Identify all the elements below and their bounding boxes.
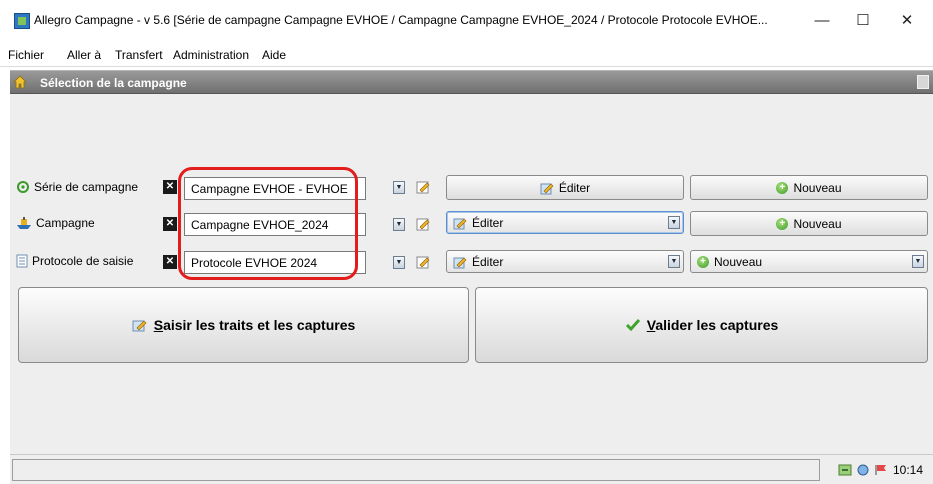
protocole-label: Protocole de saisie: [32, 254, 134, 268]
protocole-combo[interactable]: Protocole EVHOE 2024: [184, 251, 366, 274]
protocole-edit-select[interactable]: Éditer: [446, 250, 684, 273]
capture-button[interactable]: Saisir les traits et les captures: [18, 287, 469, 363]
header-title: Sélection de la campagne: [40, 76, 187, 90]
campaign-selection-panel: [10, 94, 933, 454]
campagne-edit-select[interactable]: Éditer: [446, 211, 684, 234]
target-icon: [17, 181, 29, 193]
pencil-edit-icon: [453, 257, 467, 268]
campagne-label: Campagne: [36, 216, 95, 230]
help-book-icon[interactable]: [917, 75, 929, 89]
add-icon: +: [776, 181, 789, 194]
campagne-new-button[interactable]: + Nouveau: [690, 211, 928, 236]
serie-combo[interactable]: Campagne EVHOE - EVHOE: [184, 177, 366, 200]
serie-label-group: Série de campagne: [16, 180, 138, 194]
protocole-edit-dropdown-arrow[interactable]: ▼: [668, 255, 680, 268]
clear-protocole-icon[interactable]: ✕: [163, 255, 177, 269]
protocole-new-select[interactable]: + Nouveau: [690, 250, 928, 273]
menu-fichier[interactable]: Fichier: [8, 48, 44, 62]
menu-transfert[interactable]: Transfert: [115, 48, 163, 62]
add-icon: +: [697, 255, 709, 268]
window-title-bar: Allegro Campagne - v 5.6 [Série de campa…: [0, 0, 933, 43]
serie-edit-button[interactable]: Éditer: [446, 175, 684, 200]
menu-administration[interactable]: Administration: [173, 48, 249, 62]
serie-combo-value: Campagne EVHOE - EVHOE: [191, 181, 348, 196]
protocole-edit-label: Éditer: [472, 254, 504, 269]
document-icon: [16, 254, 28, 268]
clock: 10:14: [893, 463, 924, 477]
campagne-new-label: Nouveau: [793, 216, 842, 231]
capture-button-label: Saisir les traits et les captures: [153, 317, 356, 333]
screen-header: Sélection de la campagne: [10, 70, 933, 94]
serie-edit-label: Éditer: [558, 180, 591, 195]
serie-label: Série de campagne: [34, 180, 139, 194]
campagne-dropdown-arrow[interactable]: ▼: [393, 218, 405, 231]
add-icon: +: [776, 217, 789, 230]
minimize-button[interactable]: —: [808, 10, 836, 32]
edit-campagne-icon[interactable]: [416, 217, 430, 231]
window-title: Allegro Campagne - v 5.6 [Série de campa…: [34, 13, 768, 27]
clear-serie-icon[interactable]: ✕: [163, 180, 177, 194]
menu-bar: Fichier Aller à Transfert Administration…: [0, 43, 933, 67]
edit-serie-icon[interactable]: [416, 180, 430, 194]
clear-campagne-icon[interactable]: ✕: [163, 217, 177, 231]
maximize-button[interactable]: ☐: [849, 10, 877, 32]
pencil-edit-icon: [540, 183, 554, 194]
pencil-edit-icon: [132, 320, 147, 332]
checkmark-icon: [625, 319, 640, 332]
menu-aide[interactable]: Aide: [262, 48, 286, 62]
close-button[interactable]: ✕: [893, 10, 921, 32]
status-message-field: [12, 459, 820, 481]
menu-aller-a[interactable]: Aller à: [67, 48, 101, 62]
flag-icon[interactable]: [874, 464, 888, 476]
edit-protocole-icon[interactable]: [416, 255, 430, 269]
serie-new-button[interactable]: + Nouveau: [690, 175, 928, 200]
protocole-new-dropdown-arrow[interactable]: ▼: [912, 255, 924, 268]
pencil-edit-icon: [453, 218, 467, 229]
validate-button-label: Valider les captures: [646, 317, 779, 333]
serie-new-label: Nouveau: [793, 180, 842, 195]
serie-dropdown-arrow[interactable]: ▼: [393, 181, 405, 194]
protocole-label-group: Protocole de saisie: [16, 254, 133, 268]
home-icon: [13, 75, 27, 89]
validate-button[interactable]: Valider les captures: [475, 287, 928, 363]
campagne-edit-dropdown-arrow[interactable]: ▼: [668, 216, 680, 229]
protocole-new-label: Nouveau: [714, 254, 763, 269]
network-icon[interactable]: [856, 464, 870, 476]
app-icon: [14, 13, 30, 29]
campagne-combo[interactable]: Campagne EVHOE_2024: [184, 213, 366, 236]
campagne-edit-label: Éditer: [472, 215, 504, 230]
campagne-combo-value: Campagne EVHOE_2024: [191, 217, 329, 232]
protocole-dropdown-arrow[interactable]: ▼: [393, 256, 405, 269]
ship-icon: [17, 217, 31, 229]
campagne-label-group: Campagne: [16, 216, 95, 230]
sync-icon[interactable]: [838, 464, 852, 476]
status-bar: [10, 454, 933, 484]
protocole-combo-value: Protocole EVHOE 2024: [191, 255, 318, 270]
